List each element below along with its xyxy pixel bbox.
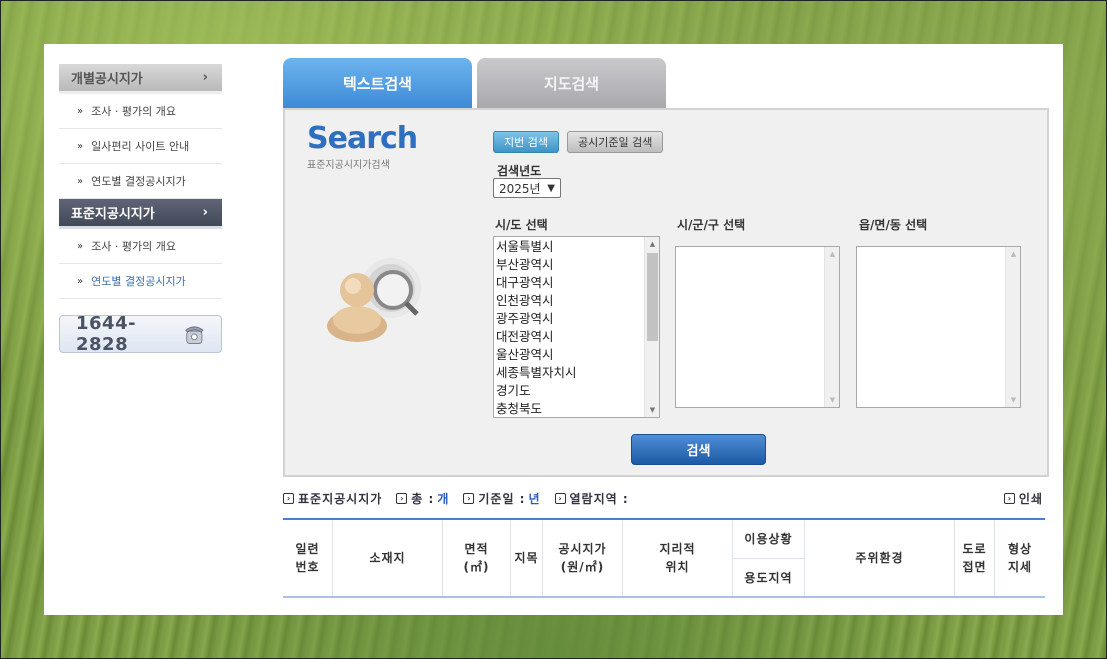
col-price: 공시지가 (원/㎡) — [543, 520, 623, 596]
scroll-up-icon[interactable]: ▲ — [825, 247, 839, 261]
chevron-right-icon: › — [202, 70, 208, 85]
col-geo-location: 지리적 위치 — [623, 520, 733, 596]
info-region: › 열람지역 : — [554, 490, 629, 507]
scroll-down-icon[interactable]: ▼ — [1006, 393, 1020, 407]
info-total-unit: 개 — [437, 491, 450, 506]
eupmyeon-listbox[interactable]: ▲ ▼ — [856, 246, 1021, 408]
print-link[interactable]: › 인쇄 — [1003, 490, 1043, 507]
sidebar-section-title: 개별공시지가 — [71, 72, 143, 87]
sidebar: 개별공시지가 › » 조사 · 평가의 개요 » 일사편리 사이트 안내 » 연… — [59, 64, 222, 355]
tab-map-search[interactable]: 지도검색 — [477, 58, 666, 108]
content-panel: 개별공시지가 › » 조사 · 평가의 개요 » 일사편리 사이트 안내 » 연… — [44, 44, 1063, 615]
sido-listbox[interactable]: 서울특별시 부산광역시 대구광역시 인천광역시 광주광역시 대전광역시 울산광역시 세종특별자… — [493, 236, 660, 418]
sido-option[interactable]: 광주광역시 — [496, 310, 657, 328]
col-shape: 형상 지세 — [1007, 542, 1033, 574]
col-use: 이용상황 용도지역 — [733, 520, 805, 596]
search-logo: Search 표준지공시지가검색 — [307, 121, 418, 172]
info-title: › 표준지공시지가 — [283, 490, 382, 507]
scroll-down-icon[interactable]: ▼ — [645, 403, 659, 417]
col-location: 소재지 — [333, 520, 443, 596]
sidebar-item-label: 조사 · 평가의 개요 — [91, 105, 176, 118]
result-table-header: 일련 번호 소재지 면적 (㎡) 지목 공시지가 (원/㎡) 지리적 위치 이용상황 용… — [283, 518, 1045, 598]
date-search-button[interactable]: 공시기준일 검색 — [566, 131, 664, 153]
chevron-right-icon: › — [202, 205, 208, 220]
sigungu-listbox[interactable]: ▲ ▼ — [675, 246, 840, 408]
col-use-status: 이용상황 — [733, 520, 804, 559]
lot-search-button[interactable]: 지번 검색 — [493, 131, 559, 153]
bullet-arrow-icon: › — [554, 492, 566, 504]
bullet-arrow-icon: › — [463, 492, 475, 504]
info-region-label: 열람지역 : — [569, 491, 629, 506]
phone-box: 1644-2828 — [59, 313, 222, 355]
info-date: › 기준일 : 년 — [463, 490, 540, 507]
search-logo-subtitle: 표준지공시지가검색 — [307, 160, 390, 171]
sidebar-item-label: 연도별 결정공시지가 — [91, 175, 186, 188]
sidebar-item-overview-2[interactable]: » 조사 · 평가의 개요 — [59, 229, 222, 264]
scroll-up-icon[interactable]: ▲ — [645, 237, 659, 251]
col-road-frontage: 도로 접면 — [955, 520, 995, 596]
info-total: › 총 : 개 — [396, 490, 449, 507]
sidebar-section-standard[interactable]: 표준지공시지가 › — [59, 199, 222, 229]
phone-number: 1644-2828 — [76, 313, 137, 355]
sido-option[interactable]: 울산광역시 — [496, 346, 657, 364]
scroll-up-icon[interactable]: ▲ — [1006, 247, 1020, 261]
eupmyeon-scrollbar[interactable]: ▲ ▼ — [1005, 247, 1020, 407]
sidebar-section-individual[interactable]: 개별공시지가 › — [59, 64, 222, 94]
info-date-label: 기준일 : — [478, 491, 526, 506]
bullet-arrow-icon: › — [1003, 492, 1015, 504]
double-arrow-icon: » — [77, 175, 84, 187]
sido-option[interactable]: 인천광역시 — [496, 292, 657, 310]
year-label: 검색년도 — [497, 164, 542, 178]
sido-options: 서울특별시 부산광역시 대구광역시 인천광역시 광주광역시 대전광역시 울산광역시 세종특별자… — [494, 237, 659, 417]
sido-option[interactable]: 세종특별자치시 — [496, 364, 657, 382]
eupmyeon-label: 읍/면/동 선택 — [859, 218, 928, 232]
sidebar-item-label: 연도별 결정공시지가 — [91, 275, 186, 288]
print-label: 인쇄 — [1018, 491, 1043, 506]
chevron-down-icon: ▼ — [547, 182, 555, 194]
info-date-unit: 년 — [528, 491, 541, 506]
info-total-label: 총 : — [411, 491, 435, 506]
search-button[interactable]: 검색 — [631, 434, 766, 465]
sidebar-item-ilsa-site[interactable]: » 일사편리 사이트 안내 — [59, 129, 222, 164]
sido-option[interactable]: 경기도 — [496, 382, 657, 400]
col-surroundings: 주위환경 — [805, 520, 955, 596]
sido-option[interactable]: 대전광역시 — [496, 328, 657, 346]
sido-option[interactable]: 대구광역시 — [496, 274, 657, 292]
sidebar-item-overview-1[interactable]: » 조사 · 평가의 개요 — [59, 94, 222, 129]
sido-scrollbar[interactable]: ▲ ▼ — [644, 237, 659, 417]
sidebar-item-label: 조사 · 평가의 개요 — [91, 240, 176, 253]
scroll-down-icon[interactable]: ▼ — [825, 393, 839, 407]
sido-option[interactable]: 부산광역시 — [496, 256, 657, 274]
user-search-illustration-icon — [327, 258, 421, 342]
sido-label: 시/도 선택 — [495, 218, 548, 232]
sidebar-section-title: 표준지공시지가 — [71, 207, 155, 222]
bullet-arrow-icon: › — [396, 492, 408, 504]
double-arrow-icon: » — [77, 140, 84, 152]
sigungu-scrollbar[interactable]: ▲ ▼ — [824, 247, 839, 407]
sido-option[interactable]: 서울특별시 — [496, 238, 657, 256]
col-jimok: 지목 — [511, 520, 543, 596]
phone-icon — [185, 326, 204, 344]
col-serial-no: 일련 번호 — [283, 520, 333, 596]
tab-text-search[interactable]: 텍스트검색 — [283, 58, 472, 108]
sigungu-label: 시/군/구 선택 — [677, 218, 746, 232]
search-panel: Search 표준지공시지가검색 지번 검색 공시기준일 검색 검색년도 202… — [283, 108, 1049, 477]
col-area: 면적 (㎡) — [443, 520, 511, 596]
double-arrow-icon: » — [77, 275, 84, 287]
scroll-thumb[interactable] — [647, 253, 658, 341]
sidebar-item-yearly-1[interactable]: » 연도별 결정공시지가 — [59, 164, 222, 199]
year-select[interactable]: 2025년 ▼ — [493, 178, 561, 198]
col-use-zone: 용도지역 — [744, 570, 793, 585]
search-mode-buttons: 지번 검색 공시기준일 검색 — [493, 131, 664, 153]
search-logo-title: Search — [307, 121, 418, 156]
result-info-row: › 표준지공시지가 › 총 : 개 › 기준일 : 년 › 열람지역 : › 인… — [283, 490, 1043, 506]
info-title-text: 표준지공시지가 — [298, 491, 383, 506]
double-arrow-icon: » — [77, 105, 84, 117]
double-arrow-icon: » — [77, 240, 84, 252]
sido-option[interactable]: 충청북도 — [496, 400, 657, 417]
year-select-value: 2025년 — [499, 181, 541, 196]
sidebar-item-yearly-2[interactable]: » 연도별 결정공시지가 — [59, 264, 222, 299]
sidebar-item-label: 일사편리 사이트 안내 — [91, 140, 190, 153]
bullet-arrow-icon: › — [283, 492, 294, 504]
